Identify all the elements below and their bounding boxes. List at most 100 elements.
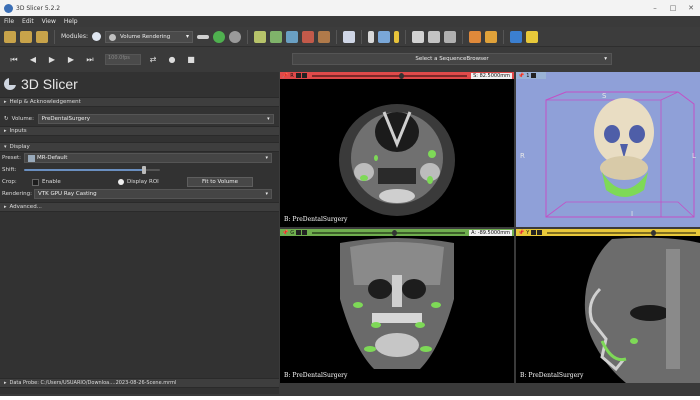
slicer-logo-icon xyxy=(4,78,16,90)
crosshair-toggle-icon[interactable] xyxy=(393,30,399,43)
minimize-button[interactable]: – xyxy=(646,4,664,12)
slice-intersections-icon[interactable] xyxy=(427,30,440,43)
three-d-render xyxy=(545,91,695,218)
fit-to-volume-button[interactable]: Fit to Volume xyxy=(187,177,253,187)
help-section-header[interactable]: ▸ Help & Acknowledgement xyxy=(0,97,279,107)
volume-selector-value: PreDentalSurgery xyxy=(41,116,91,122)
python-console-icon[interactable] xyxy=(525,30,538,43)
green-view-controller[interactable]: 📌 G A: -89.5000mm xyxy=(280,229,514,236)
module-search-icon[interactable] xyxy=(91,32,101,41)
enable-crop-checkbox[interactable] xyxy=(32,178,39,186)
models-module-icon[interactable] xyxy=(285,30,298,43)
volume-selector[interactable]: PreDentalSurgery ▾ xyxy=(37,114,274,124)
window-controls: – □ ✕ xyxy=(646,4,700,12)
green-slice-slider[interactable] xyxy=(312,229,466,236)
record-icon[interactable]: ● xyxy=(164,53,180,67)
load-data-icon[interactable] xyxy=(4,30,16,43)
three-d-view-controller[interactable]: 📌 1 xyxy=(516,72,546,79)
green-slice-handle[interactable] xyxy=(391,229,397,236)
pin-icon[interactable]: 📌 xyxy=(518,73,524,79)
help-section-label: Help & Acknowledgement xyxy=(9,99,81,105)
pin-icon[interactable]: 📌 xyxy=(518,230,524,236)
menu-view[interactable]: View xyxy=(42,18,56,25)
place-fiducial-icon[interactable] xyxy=(484,30,497,43)
data-module-icon[interactable] xyxy=(253,30,266,43)
back-arrow-icon[interactable] xyxy=(212,30,225,43)
visibility-icon[interactable] xyxy=(301,73,307,78)
yellow-slice-view[interactable]: 📌 Y B: PreDentalSurgery xyxy=(516,229,700,383)
shift-slider-handle[interactable] xyxy=(142,166,147,174)
sequence-toolbar: ⏮ ◀ ▶ ▶ ⏭ 100.0fps ⇄ ● ■ Select a Sequen… xyxy=(0,47,700,72)
extensions-icon[interactable] xyxy=(509,30,522,43)
previous-frame-icon[interactable]: ◀ xyxy=(25,53,41,67)
close-button[interactable]: ✕ xyxy=(682,4,700,12)
shift-label: Shift: xyxy=(2,167,17,173)
red-slice-slider[interactable] xyxy=(311,72,468,79)
red-slice-handle[interactable] xyxy=(398,72,404,79)
rendering-method-selector[interactable]: VTK GPU Ray Casting ▾ xyxy=(34,189,272,199)
last-frame-icon[interactable]: ⏭ xyxy=(82,53,98,67)
module-selector[interactable]: Volume Rendering ▾ xyxy=(104,30,193,43)
axis-left-label: L xyxy=(692,152,696,160)
screenshot-icon[interactable] xyxy=(411,30,424,43)
crosshair-icon[interactable] xyxy=(468,30,481,43)
red-slice-offset[interactable]: S: 82.5000mm xyxy=(471,72,512,79)
volumes-module-icon[interactable] xyxy=(269,30,282,43)
caret-down-icon: ▾ xyxy=(4,144,7,150)
yellow-view-controller[interactable]: 📌 Y xyxy=(516,229,700,236)
forward-arrow-icon[interactable] xyxy=(228,30,241,43)
window-level-icon[interactable] xyxy=(443,30,456,43)
advanced-section-header[interactable]: ▸ Advanced... xyxy=(0,202,279,212)
display-section-header[interactable]: ▾ Display xyxy=(0,142,279,152)
visibility-icon[interactable] xyxy=(537,230,543,235)
rendering-label: Rendering: xyxy=(2,191,32,197)
yellow-slice-handle[interactable] xyxy=(651,229,657,236)
markups-module-icon[interactable] xyxy=(301,30,314,43)
link-icon[interactable] xyxy=(295,73,301,78)
toolbar-separator xyxy=(404,29,406,44)
menu-file[interactable]: File xyxy=(4,18,14,25)
menu-help[interactable]: Help xyxy=(64,18,78,25)
view-settings-icon[interactable] xyxy=(531,73,537,78)
segment-editor-icon[interactable] xyxy=(317,30,330,43)
green-slice-view[interactable]: 📌 G A: -89.5000mm B: PreDentalSurgery xyxy=(280,229,514,383)
preset-row: Preset: MR-Default ▾ xyxy=(0,152,279,164)
data-probe-section[interactable]: ▸ Data Probe: C:/Users/USUARIO/Downloa..… xyxy=(0,378,279,388)
green-slice-offset[interactable]: A: -89.5000mm xyxy=(469,229,512,236)
loop-icon[interactable]: ⇄ xyxy=(145,53,161,67)
pointer-icon[interactable] xyxy=(367,30,374,43)
axis-right-label: R xyxy=(520,152,525,160)
preset-selector[interactable]: MR-Default ▾ xyxy=(24,153,272,163)
red-view-controller[interactable]: 📌 R S: 82.5000mm xyxy=(280,72,514,79)
main-toolbar: Modules: Volume Rendering ▾ xyxy=(0,27,700,47)
first-frame-icon[interactable]: ⏮ xyxy=(6,53,22,67)
view-link-icon[interactable] xyxy=(377,30,390,43)
display-roi-toggle[interactable] xyxy=(118,179,124,185)
pin-icon[interactable]: 📌 xyxy=(282,230,288,236)
chevron-down-icon: ▾ xyxy=(265,191,268,197)
menu-edit[interactable]: Edit xyxy=(22,18,34,25)
load-dicom-icon[interactable] xyxy=(20,30,32,43)
next-frame-icon[interactable]: ▶ xyxy=(63,53,79,67)
preset-selector-value: MR-Default xyxy=(37,155,68,161)
layout-icon[interactable] xyxy=(342,30,355,43)
rendering-row: Rendering: VTK GPU Ray Casting ▾ xyxy=(0,188,279,200)
save-data-icon[interactable] xyxy=(36,30,48,43)
module-list-icon[interactable] xyxy=(196,34,209,39)
shift-slider[interactable] xyxy=(24,166,160,174)
pin-icon[interactable]: 📌 xyxy=(282,73,288,79)
link-icon[interactable] xyxy=(296,230,302,235)
sequence-browser-selector[interactable]: Select a SequenceBrowser ▾ xyxy=(292,53,612,65)
visibility-icon[interactable] xyxy=(302,230,308,235)
inputs-section-header[interactable]: ▸ Inputs xyxy=(0,126,279,136)
yellow-slice-slider[interactable] xyxy=(547,229,696,236)
three-d-view[interactable]: S R L I 📌 1 xyxy=(516,72,700,227)
red-slice-view[interactable]: 📌 R S: 82.5000mm B: PreDentalSurgery xyxy=(280,72,514,227)
play-icon[interactable]: ▶ xyxy=(44,53,60,67)
toolbar-separator xyxy=(461,29,463,44)
link-icon[interactable] xyxy=(531,230,537,235)
fps-input[interactable]: 100.0fps xyxy=(105,54,141,65)
maximize-button[interactable]: □ xyxy=(664,4,682,12)
sagittal-ct-image xyxy=(584,237,700,383)
sequence-settings-icon[interactable]: ■ xyxy=(183,53,199,67)
